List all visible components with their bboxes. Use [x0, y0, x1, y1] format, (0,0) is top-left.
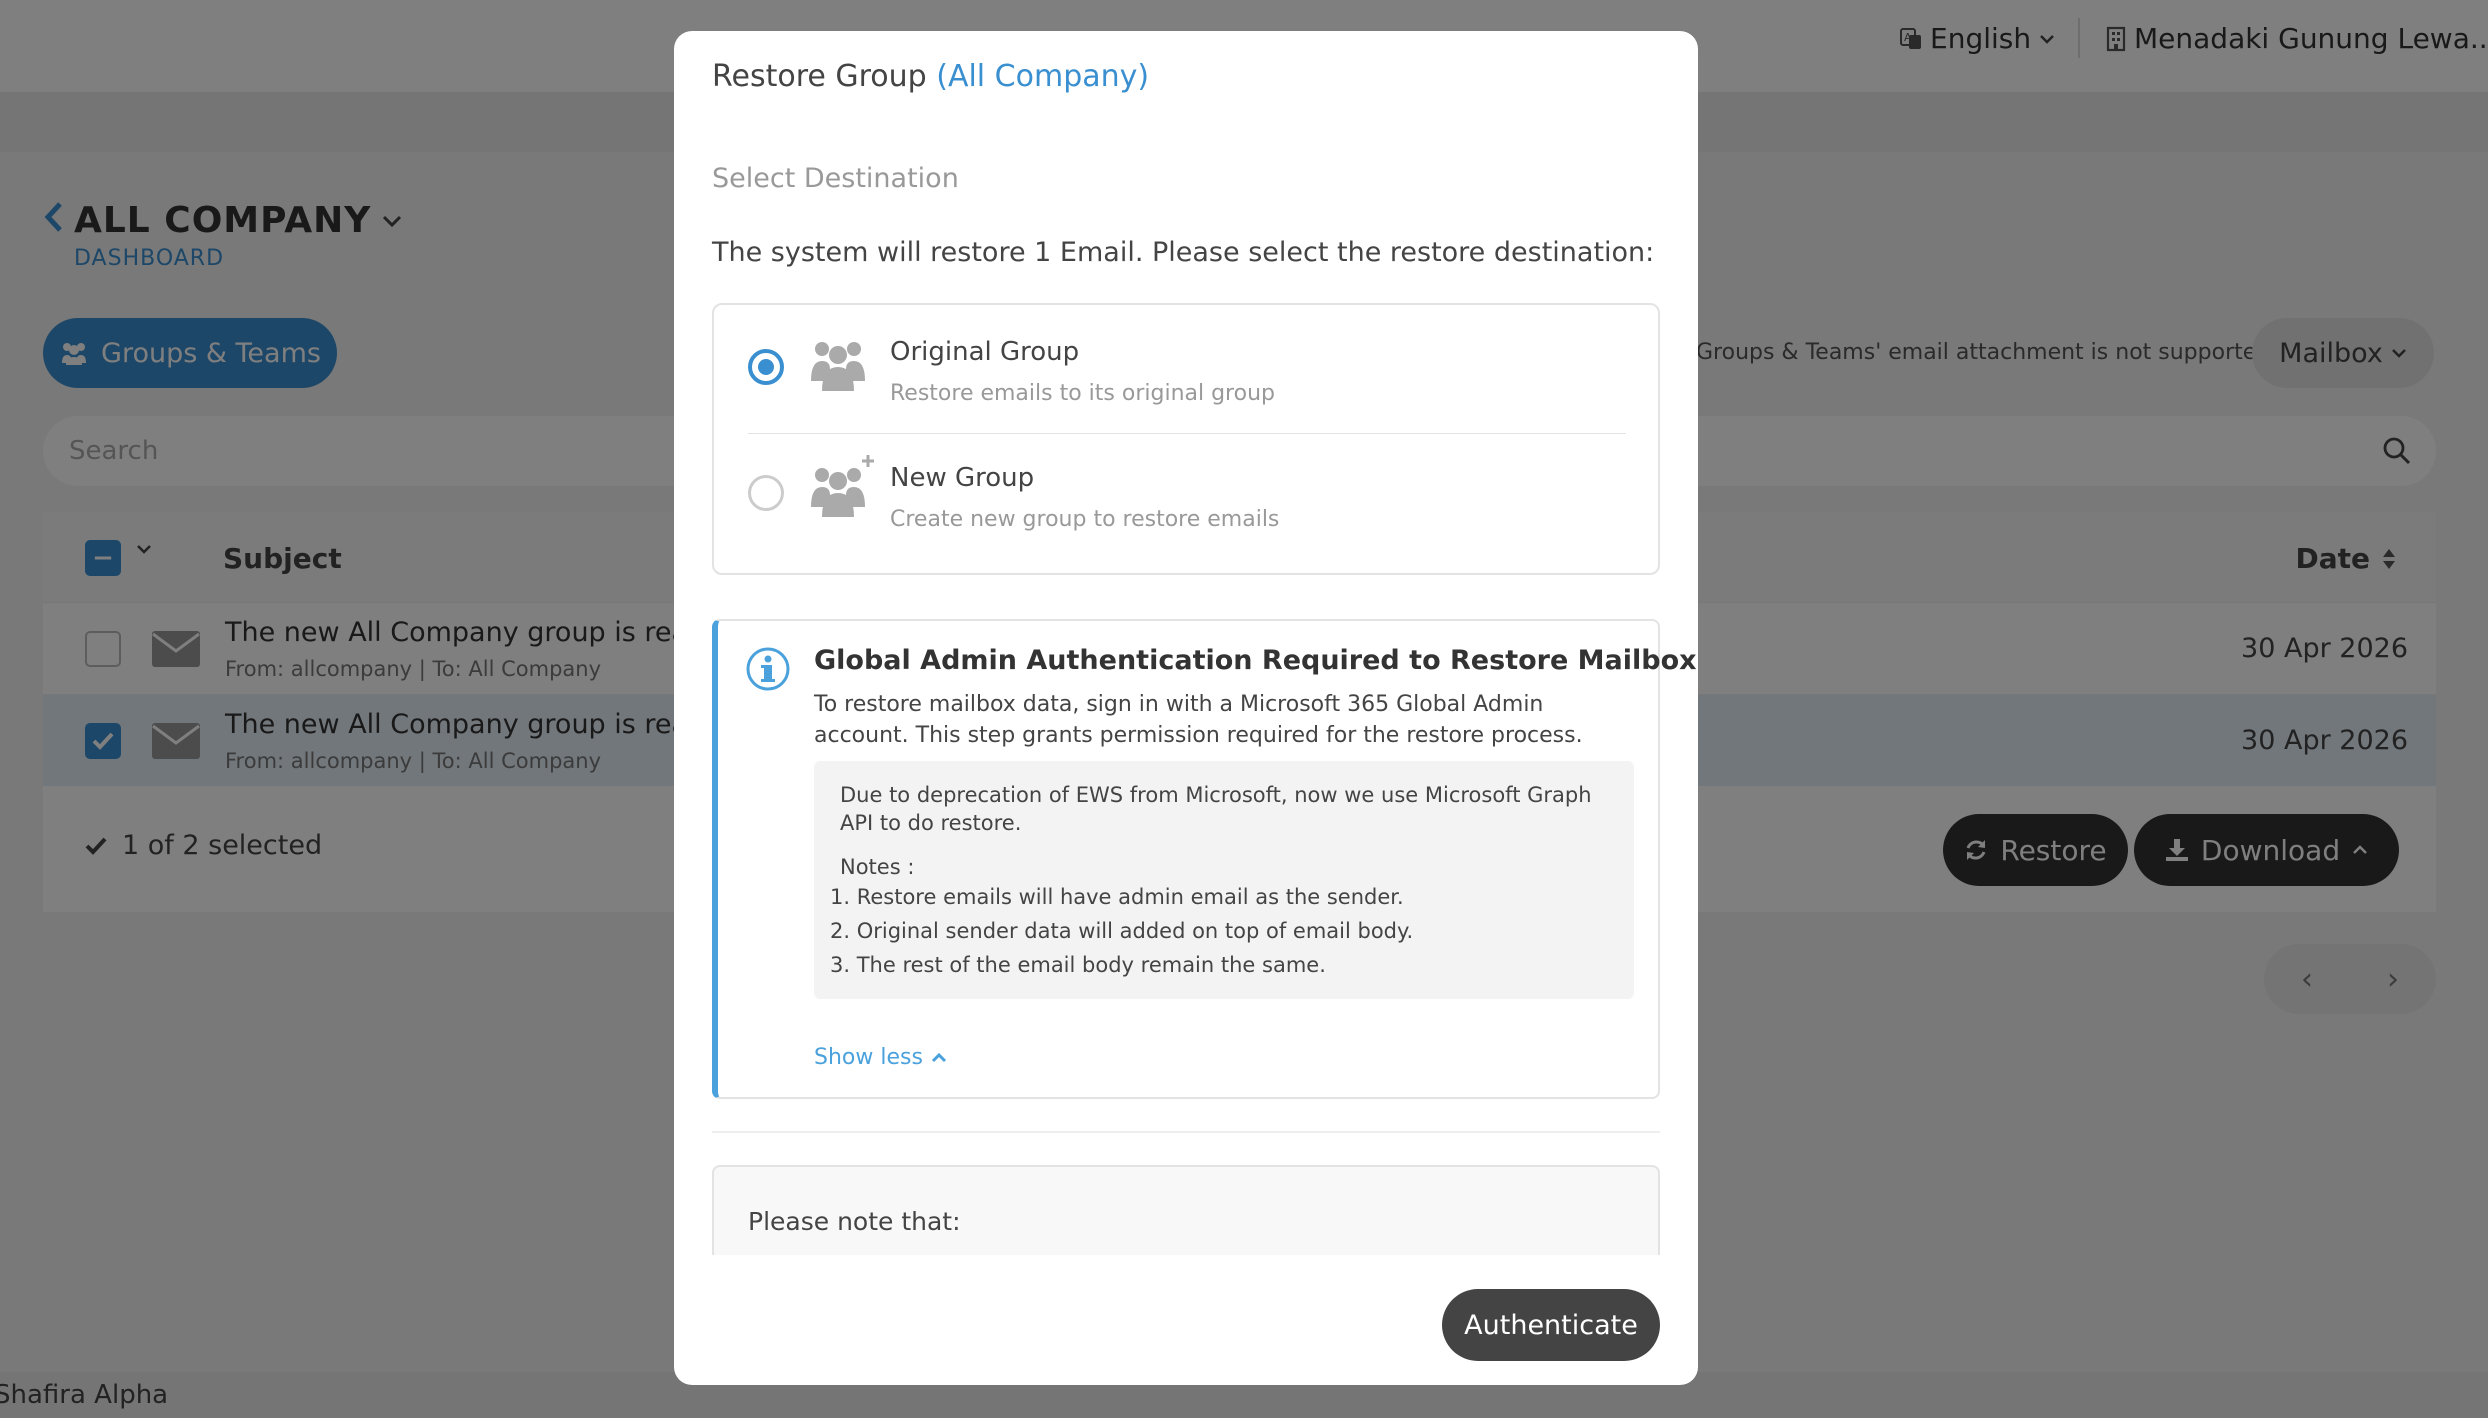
- users-icon: [811, 342, 865, 391]
- option-description: Create new group to restore emails: [890, 507, 1280, 532]
- users-plus-icon: [811, 455, 874, 517]
- auth-text: To restore mailbox data, sign in with a …: [814, 692, 1583, 748]
- modal-description: The system will restore 1 Email. Please …: [712, 237, 1655, 268]
- option-original-group[interactable]: Original Group Restore emails to its ori…: [714, 305, 1658, 417]
- radio-original-group[interactable]: [748, 349, 784, 385]
- option-new-group[interactable]: New Group Create new group to restore em…: [714, 443, 1658, 555]
- modal-divider: [712, 1131, 1660, 1133]
- radio-new-group[interactable]: [748, 475, 784, 511]
- modal-title: Restore Group (All Company): [712, 59, 1150, 94]
- show-less-link[interactable]: Show less: [814, 1045, 947, 1070]
- modal-title-accent: (All Company): [936, 59, 1150, 94]
- please-note-box: Please note that:: [712, 1165, 1660, 1255]
- notes-label: Notes :: [840, 855, 915, 879]
- option-description: Restore emails to its original group: [890, 381, 1275, 406]
- destination-options: Original Group Restore emails to its ori…: [712, 303, 1660, 575]
- note-item: 3. The rest of the email body remain the…: [830, 953, 1326, 977]
- admin-auth-info-box: Global Admin Authentication Required to …: [712, 619, 1697, 1099]
- restore-group-modal: Restore Group (All Company) Select Desti…: [674, 31, 1698, 1385]
- auth-title: Global Admin Authentication Required to …: [814, 645, 1697, 676]
- authenticate-button[interactable]: Authenticate: [1442, 1289, 1660, 1361]
- modal-subtitle: Select Destination: [712, 163, 959, 194]
- info-icon: [746, 647, 790, 691]
- note-lead: Due to deprecation of EWS from Microsoft…: [840, 783, 1592, 835]
- option-divider: [748, 433, 1626, 434]
- option-title: New Group: [890, 463, 1035, 493]
- note-item: 2. Original sender data will added on to…: [830, 919, 1414, 943]
- deprecation-note: Due to deprecation of EWS from Microsoft…: [814, 761, 1634, 999]
- option-title: Original Group: [890, 337, 1080, 367]
- please-note-label: Please note that:: [748, 1207, 961, 1236]
- note-item: 1. Restore emails will have admin email …: [830, 885, 1404, 909]
- chevron-up-icon: [931, 1052, 946, 1062]
